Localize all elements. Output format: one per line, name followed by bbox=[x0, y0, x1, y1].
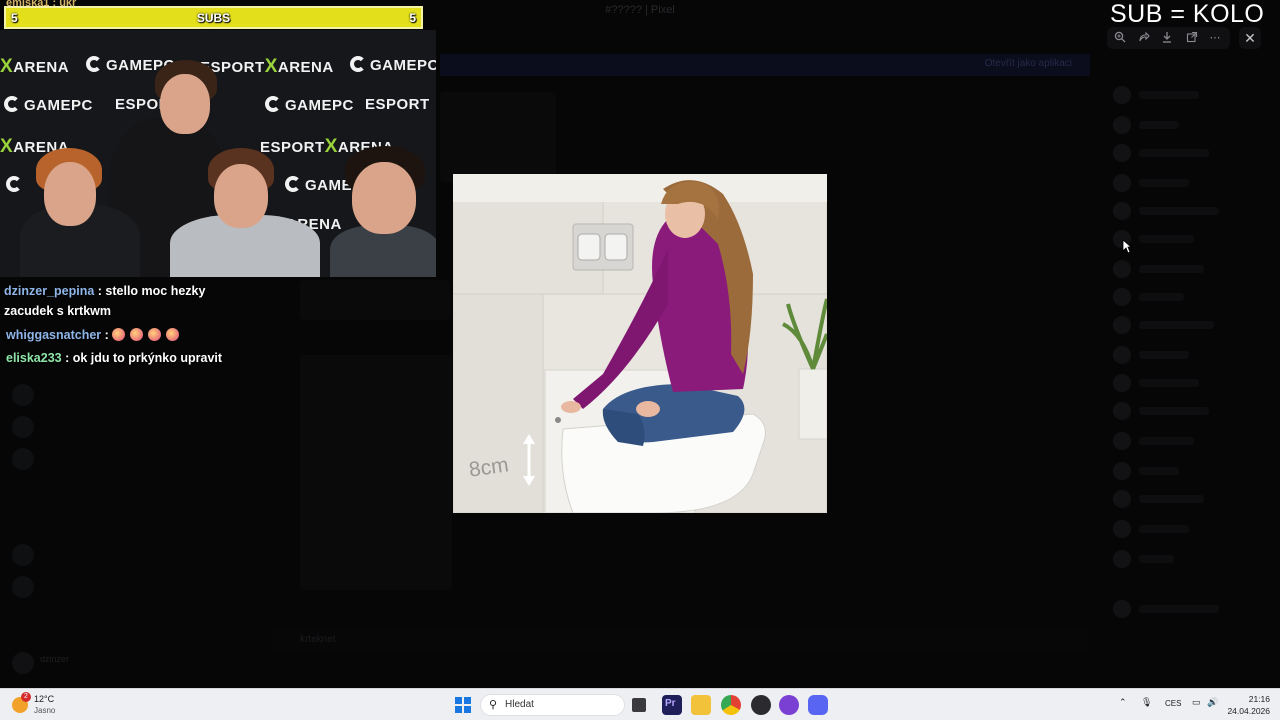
network-icon[interactable]: ▭ bbox=[1192, 697, 1201, 708]
background-image-card bbox=[440, 92, 556, 182]
clock-time: 21:16 bbox=[1248, 694, 1270, 704]
chat-message: dzinzer_pepina : stello moc hezky zacude… bbox=[4, 284, 206, 318]
subs-right-count: 5 bbox=[409, 11, 416, 25]
server-rail bbox=[0, 370, 44, 610]
subs-progress-bar: 5 SUBS 5 bbox=[4, 6, 423, 29]
language-indicator[interactable]: CES bbox=[1165, 699, 1181, 708]
microphone-icon[interactable]: 🎙 bbox=[1141, 697, 1152, 708]
user-panel[interactable]: dzinzer bbox=[12, 650, 192, 674]
search-icon: ⚲ bbox=[489, 699, 498, 711]
background-embed-card bbox=[300, 355, 452, 590]
member-item[interactable] bbox=[1113, 116, 1263, 134]
member-item[interactable] bbox=[1113, 202, 1263, 220]
server-icon[interactable] bbox=[12, 448, 34, 470]
background-message-card bbox=[300, 280, 450, 320]
add-server-icon[interactable] bbox=[12, 544, 34, 566]
emote-icon bbox=[112, 328, 126, 341]
member-list bbox=[1105, 80, 1280, 640]
weather-temp: 12°C bbox=[34, 694, 55, 704]
member-item[interactable] bbox=[1113, 374, 1263, 392]
viewer-image[interactable]: 8cm bbox=[453, 174, 827, 513]
discord-icon[interactable] bbox=[808, 695, 828, 715]
open-external-icon[interactable] bbox=[1185, 31, 1199, 45]
clock-date: 24.04.2026 bbox=[1227, 706, 1270, 716]
sponsor-logo: ESPORTXARENA bbox=[200, 56, 334, 77]
clock[interactable]: 21:16 24.04.2026 bbox=[1227, 693, 1270, 717]
zoom-in-icon[interactable] bbox=[1113, 31, 1127, 45]
more-icon[interactable]: ⋯ bbox=[1208, 31, 1222, 45]
user-name: dzinzer bbox=[40, 654, 70, 664]
stream-chat: dzinzer_pepina : stello moc hezky zacude… bbox=[0, 280, 300, 368]
show-hidden-icons[interactable]: ⌃ bbox=[1119, 697, 1127, 708]
composer-placeholder: krteknet bbox=[300, 634, 336, 645]
chrome-icon[interactable] bbox=[721, 695, 741, 715]
avatar bbox=[12, 652, 34, 674]
member-item[interactable] bbox=[1113, 260, 1263, 278]
emote-icon bbox=[130, 328, 144, 341]
server-icon[interactable] bbox=[12, 416, 34, 438]
mouse-cursor-icon bbox=[1122, 239, 1132, 254]
toilet-photo bbox=[453, 174, 827, 513]
member-item[interactable] bbox=[1113, 230, 1263, 248]
sponsor-logo: XARENA bbox=[0, 56, 70, 77]
weather-condition: Jasno bbox=[34, 706, 56, 715]
member-item[interactable] bbox=[1113, 174, 1263, 192]
file-explorer-icon[interactable] bbox=[632, 698, 646, 712]
chat-message: eliska233 : ok jdu to prkýnko upravit bbox=[6, 351, 223, 365]
volume-icon[interactable]: 🔊 bbox=[1207, 697, 1218, 708]
member-item[interactable] bbox=[1113, 86, 1263, 104]
chat-username: eliska233 bbox=[6, 351, 62, 365]
chat-username: whiggasnatcher bbox=[6, 328, 102, 342]
sponsor-logo: GAMEPC bbox=[350, 56, 436, 74]
image-viewer-toolbar: ⋯ bbox=[1107, 27, 1230, 49]
server-icon[interactable] bbox=[12, 384, 34, 406]
chat-username: dzinzer_pepina bbox=[4, 284, 95, 298]
banner-text[interactable]: Otevřít jako aplikaci bbox=[985, 58, 1072, 69]
sponsor-logo: GAMEPC bbox=[265, 96, 354, 114]
download-icon[interactable] bbox=[1160, 31, 1174, 45]
member-item[interactable] bbox=[1113, 316, 1263, 334]
message-composer[interactable]: krteknet bbox=[270, 628, 1090, 652]
member-item[interactable] bbox=[1113, 520, 1263, 538]
member-item[interactable] bbox=[1113, 144, 1263, 162]
webcam-feed: XARENA GAMEPC ESPORTXARENA GAMEPC GAMEPC… bbox=[0, 30, 436, 277]
sponsor-logo: ESPORT bbox=[365, 96, 430, 113]
member-item[interactable] bbox=[1113, 288, 1263, 306]
sponsor-logo: GAMEPC bbox=[4, 96, 93, 114]
taskbar: 2 12°C Jasno ⚲ Hledat Pr ⌃ 🎙 CES ▭ 🔊 21:… bbox=[0, 688, 1280, 720]
start-button[interactable] bbox=[455, 697, 471, 713]
folder-icon[interactable] bbox=[691, 695, 711, 715]
member-item[interactable] bbox=[1113, 490, 1263, 508]
member-item[interactable] bbox=[1113, 550, 1263, 568]
weather-widget[interactable]: 2 12°C Jasno bbox=[12, 692, 82, 718]
app-banner: Otevřít jako aplikaci bbox=[440, 54, 1090, 76]
premiere-icon[interactable]: Pr bbox=[662, 695, 682, 715]
browser-icon[interactable] bbox=[779, 695, 799, 715]
member-item[interactable] bbox=[1113, 402, 1263, 420]
sponsor-logo bbox=[6, 176, 26, 194]
chat-text: ok jdu to prkýnko upravit bbox=[72, 351, 223, 365]
member-item[interactable] bbox=[1113, 346, 1263, 364]
subs-label: SUBS bbox=[196, 11, 231, 25]
close-icon: ✕ bbox=[1244, 30, 1256, 46]
emote-icon bbox=[148, 328, 162, 341]
explore-icon[interactable] bbox=[12, 576, 34, 598]
forward-icon[interactable] bbox=[1137, 31, 1151, 45]
sub-kolo-text: SUB = KOLO bbox=[1110, 0, 1265, 28]
chat-message: whiggasnatcher : bbox=[6, 325, 300, 345]
member-item[interactable] bbox=[1113, 432, 1263, 450]
member-item[interactable] bbox=[1113, 600, 1263, 618]
emote-icon bbox=[166, 328, 180, 341]
window-title: #????? | Pixel bbox=[605, 4, 675, 16]
search-placeholder: Hledat bbox=[505, 699, 534, 710]
close-button[interactable]: ✕ bbox=[1239, 27, 1261, 49]
taskbar-search[interactable]: ⚲ Hledat bbox=[480, 694, 625, 716]
member-item[interactable] bbox=[1113, 462, 1263, 480]
notification-badge: 2 bbox=[21, 692, 31, 702]
app-icon[interactable] bbox=[751, 695, 771, 715]
